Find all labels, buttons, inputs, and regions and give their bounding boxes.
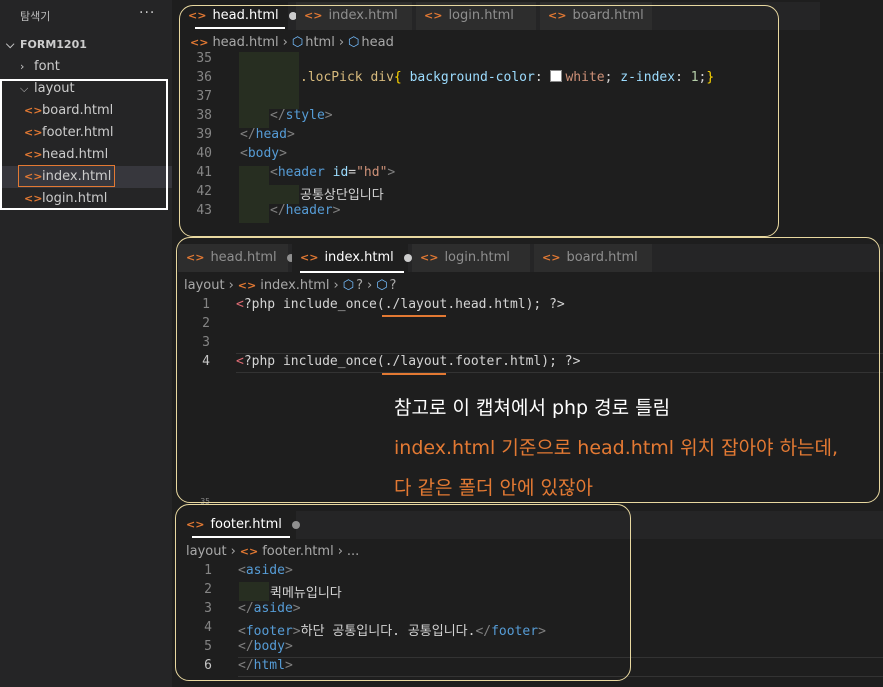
layout-folder-highlight-box — [0, 79, 168, 210]
explorer-sidebar: 탐색기 ··· ⌵ FORM1201 › font ⌵ layout <>board.… — [0, 0, 172, 687]
workspace-root-label: FORM1201 — [20, 38, 87, 51]
chevron-right-icon: › — [20, 60, 25, 73]
head-editor-frame — [179, 5, 779, 237]
explorer-title: 탐색기 — [20, 10, 51, 23]
chevron-down-icon: ⌵ — [6, 38, 15, 51]
workspace-root[interactable]: ⌵ FORM1201 — [6, 34, 87, 56]
tree-item-font[interactable]: › font — [20, 56, 60, 78]
tree-item-label: font — [34, 59, 60, 74]
index-editor-frame — [176, 237, 880, 503]
more-actions-icon[interactable]: ··· — [139, 5, 155, 21]
footer-editor-frame — [175, 504, 631, 681]
